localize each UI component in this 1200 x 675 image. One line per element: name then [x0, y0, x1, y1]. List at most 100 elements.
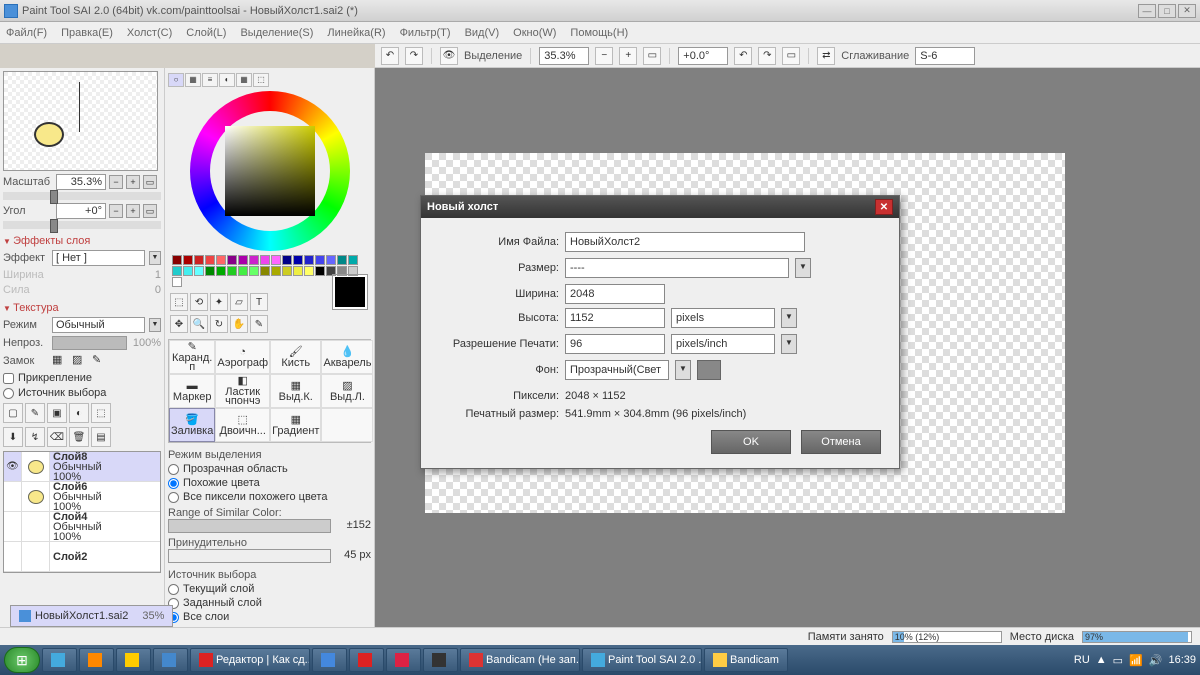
width-input[interactable]	[565, 284, 665, 304]
layer-row[interactable]: 👁Слой8Обычный100%	[4, 452, 160, 482]
swatch[interactable]	[271, 255, 281, 265]
zoom-fit-icon[interactable]: ▭	[643, 47, 661, 65]
swatch[interactable]	[227, 255, 237, 265]
foreground-color[interactable]	[333, 275, 367, 309]
layer-row[interactable]: Слой6Обычный100%	[4, 482, 160, 512]
swatch[interactable]	[249, 266, 259, 276]
menu-ruler[interactable]: Линейка(R)	[327, 27, 385, 39]
brush-3[interactable]: 💧Акварель	[321, 340, 373, 374]
color-wheel[interactable]	[190, 91, 350, 251]
selmode-similar[interactable]	[168, 478, 179, 489]
eyedropper-tool[interactable]: ✎	[250, 315, 268, 333]
brush-9[interactable]: ⬚Двоичн...	[215, 408, 270, 442]
swatch[interactable]	[282, 255, 292, 265]
layer-options-button[interactable]: ▤	[91, 427, 111, 447]
swatch[interactable]	[249, 255, 259, 265]
scale-reset-button[interactable]: ▭	[143, 175, 157, 189]
force-slider[interactable]	[168, 549, 331, 563]
color-tab-rgb[interactable]: ▦	[185, 73, 201, 87]
size-dropdown-icon[interactable]: ▼	[795, 258, 811, 278]
brush-7[interactable]: ▨Выд.Л.	[321, 374, 373, 408]
clear-button[interactable]: ⌫	[47, 427, 67, 447]
size-input[interactable]	[565, 258, 789, 278]
taskbar-item[interactable]	[423, 648, 458, 672]
delete-layer-button[interactable]: 🗑	[69, 427, 89, 447]
swatch[interactable]	[238, 255, 248, 265]
menu-select[interactable]: Выделение(S)	[240, 27, 313, 39]
move-tool[interactable]: ✥	[170, 315, 188, 333]
swatch[interactable]	[205, 255, 215, 265]
mode-select[interactable]: Обычный	[52, 317, 145, 333]
taskbar-item[interactable]	[153, 648, 188, 672]
resolution-input[interactable]	[565, 334, 665, 354]
taskbar-item[interactable]: Bandicam	[704, 648, 788, 672]
scale-value[interactable]: 35.3%	[56, 174, 106, 190]
swatch[interactable]	[304, 255, 314, 265]
effect-dropdown-icon[interactable]: ▼	[149, 251, 161, 265]
taskbar-item[interactable]	[349, 648, 384, 672]
swatch[interactable]	[183, 266, 193, 276]
bg-dropdown-icon[interactable]: ▼	[675, 360, 691, 380]
swatch[interactable]	[348, 266, 358, 276]
cancel-button[interactable]: Отмена	[801, 430, 881, 454]
layer-visibility-icon[interactable]: 👁	[4, 452, 22, 481]
color-tab-swatches[interactable]: ▦	[236, 73, 252, 87]
swatch[interactable]	[293, 266, 303, 276]
shape-tool[interactable]: ▱	[230, 293, 248, 311]
dialog-close-button[interactable]: ✕	[875, 199, 893, 215]
swatch[interactable]	[282, 266, 292, 276]
rotate-tool[interactable]: ↻	[210, 315, 228, 333]
menu-window[interactable]: Окно(W)	[513, 27, 556, 39]
brush-2[interactable]: 🖌Кисть	[270, 340, 321, 374]
swatch[interactable]	[271, 266, 281, 276]
menu-help[interactable]: Помощь(H)	[570, 27, 628, 39]
swatch[interactable]	[238, 266, 248, 276]
swatch[interactable]	[348, 255, 358, 265]
res-units-select[interactable]	[671, 334, 775, 354]
taskbar-item[interactable]: Paint Tool SAI 2.0 ...	[582, 648, 702, 672]
layer-fx-header[interactable]: Эффекты слоя	[3, 235, 161, 247]
taskbar-item[interactable]	[312, 648, 347, 672]
transfer-button[interactable]: ↯	[25, 427, 45, 447]
swatch[interactable]	[172, 277, 182, 287]
pin-checkbox[interactable]	[3, 373, 14, 384]
angle-minus-button[interactable]: −	[109, 204, 123, 218]
lasso-tool[interactable]: ⟲	[190, 293, 208, 311]
lock-alpha-button[interactable]: ▦	[52, 353, 68, 369]
network-icon[interactable]: 📶	[1129, 654, 1143, 667]
color-tab-scratch[interactable]: ⬚	[253, 73, 269, 87]
new-layer-button[interactable]: ▢	[3, 403, 23, 423]
flip-icon[interactable]: ⇄	[817, 47, 835, 65]
brush-11[interactable]	[321, 408, 373, 442]
swatch[interactable]	[194, 266, 204, 276]
navigator-preview[interactable]	[3, 71, 158, 171]
swatch[interactable]	[216, 255, 226, 265]
zoom-field[interactable]: 35.3%	[539, 47, 589, 65]
document-tab[interactable]: НовыйХолст1.sai2 35%	[10, 605, 173, 627]
taskbar-item[interactable]	[386, 648, 421, 672]
swatch[interactable]	[172, 255, 182, 265]
menu-layer[interactable]: Слой(L)	[186, 27, 226, 39]
new-vector-button[interactable]: ✎	[25, 403, 45, 423]
eye-icon[interactable]: 👁	[440, 47, 458, 65]
color-tab-hsv[interactable]: ≡	[202, 73, 218, 87]
volume-icon[interactable]: 🔊	[1149, 654, 1163, 667]
swatch[interactable]	[315, 266, 325, 276]
selmode-allsimilar[interactable]	[168, 492, 179, 503]
height-input[interactable]	[565, 308, 665, 328]
tray-up-icon[interactable]: ▲	[1096, 654, 1107, 666]
rotate-reset-icon[interactable]: ▭	[782, 47, 800, 65]
clock[interactable]: 16:39	[1168, 654, 1196, 666]
swatch[interactable]	[172, 266, 182, 276]
swatch[interactable]	[216, 266, 226, 276]
menu-view[interactable]: Вид(V)	[465, 27, 500, 39]
layer-row[interactable]: Слой4Обычный100%	[4, 512, 160, 542]
background-select[interactable]	[565, 360, 669, 380]
menu-file[interactable]: Файл(F)	[6, 27, 47, 39]
angle-reset-button[interactable]: ▭	[143, 204, 157, 218]
swatch[interactable]	[194, 255, 204, 265]
taskbar-item[interactable]	[79, 648, 114, 672]
wand-tool[interactable]: ✦	[210, 293, 228, 311]
dialog-titlebar[interactable]: Новый холст ✕	[421, 196, 899, 218]
zoom-tool[interactable]: 🔍	[190, 315, 208, 333]
